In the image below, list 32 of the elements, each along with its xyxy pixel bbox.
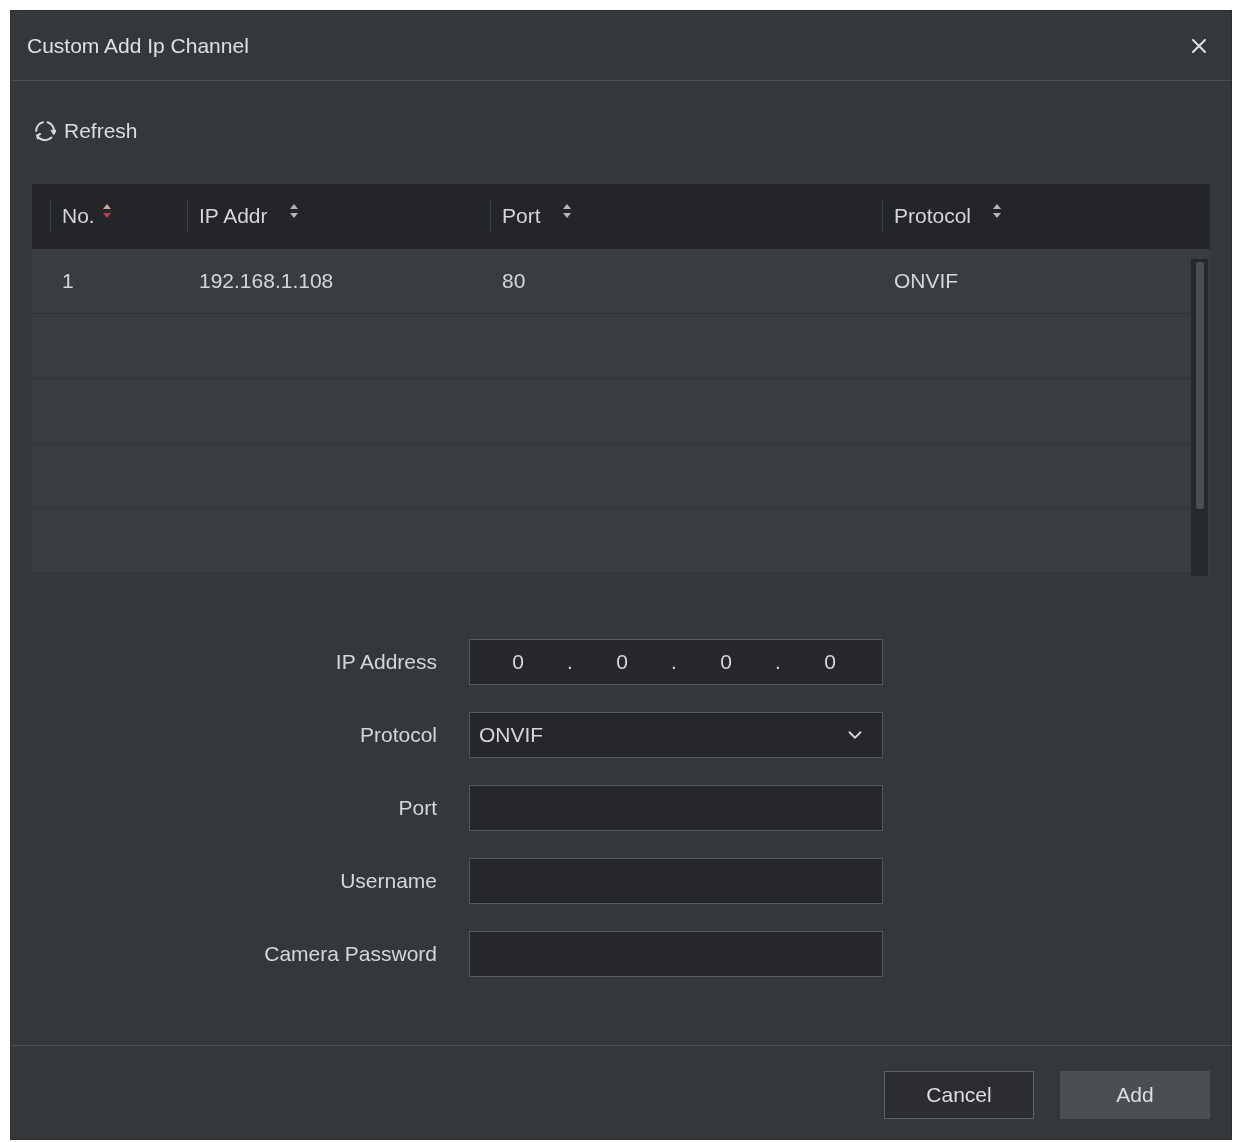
table-cell: ONVIF (894, 268, 959, 292)
refresh-button[interactable]: Refresh (34, 115, 138, 147)
ip-separator: . (671, 648, 677, 675)
column-header[interactable]: No. (50, 200, 111, 232)
table-cell: 192.168.1.108 (199, 268, 334, 292)
scrollbar[interactable] (1191, 258, 1208, 576)
field-label: Camera Password (264, 940, 437, 967)
input-field[interactable] (469, 784, 883, 831)
ip-octet[interactable]: 0 (512, 645, 524, 678)
ip-separator: . (567, 648, 573, 675)
column-header[interactable]: Port (490, 200, 571, 232)
protocol-select[interactable]: ONVIF (469, 711, 883, 758)
table-cell: 1 (62, 268, 74, 292)
dialog-button[interactable]: Add (1060, 1071, 1210, 1119)
field-label: Port (398, 794, 437, 821)
input-field[interactable] (469, 930, 883, 977)
ip-octet[interactable]: 0 (824, 645, 836, 678)
column-header[interactable]: Protocol (882, 200, 1002, 232)
ip-address-field[interactable]: 0 . 0 . 0 . 0 (469, 638, 883, 685)
field-label: Protocol (359, 721, 437, 748)
input-field[interactable] (469, 857, 883, 904)
refresh-icon (34, 119, 56, 142)
dialog-button[interactable]: Cancel (884, 1071, 1034, 1119)
field-label: Username (340, 867, 437, 894)
column-header[interactable]: IP Addr (187, 200, 298, 232)
ip-octet[interactable]: 0 (616, 645, 628, 678)
dialog-title: Custom Add Ip Channel (27, 32, 249, 59)
ip-separator: . (775, 648, 781, 675)
ip-octet[interactable]: 0 (720, 645, 732, 678)
scrollbar-thumb[interactable] (1195, 261, 1204, 509)
field-label: IP Address (335, 648, 437, 675)
table-cell: 80 (502, 268, 526, 292)
